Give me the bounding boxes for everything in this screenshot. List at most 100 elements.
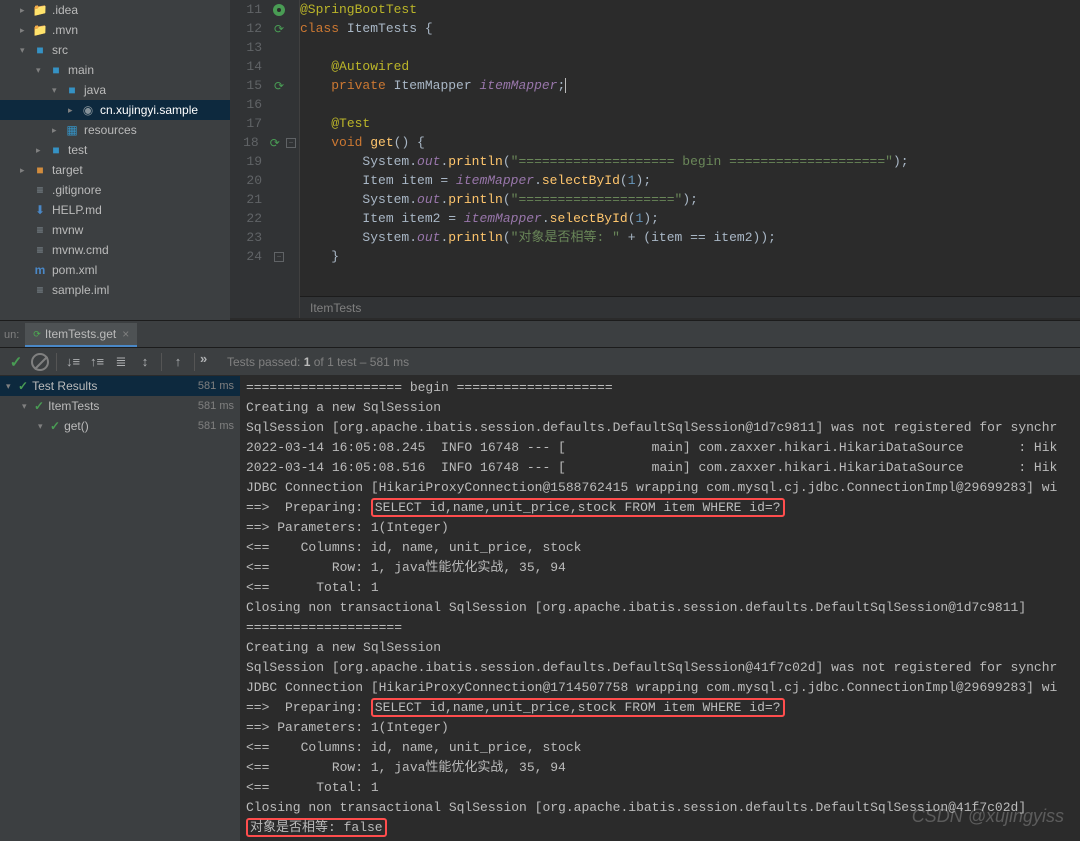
tree-item-target[interactable]: ▸■target [0, 160, 230, 180]
sort-down-button[interactable]: ↓≡ [62, 351, 84, 373]
check-icon: ✓ [18, 379, 28, 393]
folder-icon: ≡ [32, 243, 48, 257]
console-line: Closing non transactional SqlSession [or… [246, 598, 1074, 618]
console-line: 2022-03-14 16:05:08.516 INFO 16748 --- [… [246, 458, 1074, 478]
expand-button[interactable]: ≣ [110, 351, 132, 373]
chevron-icon[interactable]: ▸ [20, 165, 32, 176]
gutter-line[interactable]: 17 [230, 114, 299, 133]
console-output[interactable]: ==================== begin =============… [240, 376, 1080, 841]
tree-item-pom-xml[interactable]: mpom.xml [0, 260, 230, 280]
gutter-line[interactable]: 24− [230, 247, 299, 266]
console-line: ==> Preparing: SELECT id,name,unit_price… [246, 698, 1074, 718]
code-line[interactable]: Item item = itemMapper.selectById(1); [300, 171, 1080, 190]
tree-item-mvnw[interactable]: ≡mvnw [0, 220, 230, 240]
code-line[interactable]: @SpringBootTest [300, 0, 1080, 19]
tree-item-test[interactable]: ▸■test [0, 140, 230, 160]
chevron-icon[interactable]: ▸ [20, 5, 32, 16]
gutter-line[interactable]: 11 [230, 0, 299, 19]
tree-item-main[interactable]: ▾■main [0, 60, 230, 80]
chevron-icon[interactable]: ▸ [36, 145, 48, 156]
fold-icon[interactable]: − [283, 138, 299, 148]
test-results-tree: ▾✓Test Results581 ms▾✓ItemTests581 ms▾✓g… [0, 376, 240, 841]
close-icon[interactable]: × [122, 327, 129, 341]
chevron-down-icon[interactable]: ▾ [6, 381, 18, 392]
tree-item--idea[interactable]: ▸📁.idea [0, 0, 230, 20]
code-line[interactable]: private ItemMapper itemMapper; [300, 76, 1080, 95]
prev-fail-button[interactable]: ↑ [167, 351, 189, 373]
code-line[interactable]: } [300, 247, 1080, 266]
show-passed-button[interactable]: ✓ [5, 351, 27, 373]
code-line[interactable] [300, 95, 1080, 114]
test-result-item[interactable]: ▾✓ItemTests581 ms [0, 396, 240, 416]
console-line: <== Row: 1, java性能优化实战, 35, 94 [246, 758, 1074, 778]
code-editor[interactable]: 1112⟳131415⟳ 16 1718⟳−19 20 21 22 2324− @Sprin… [230, 0, 1080, 318]
run-panel-header: un: ⟳ ItemTests.get × [0, 320, 1080, 348]
folder-icon: ■ [48, 63, 64, 77]
tree-item-sample-iml[interactable]: ≡sample.iml [0, 280, 230, 300]
fold-icon[interactable]: − [270, 252, 288, 262]
console-line: ==> Parameters: 1(Integer) [246, 718, 1074, 738]
code-line[interactable]: System.out.println("====================… [300, 152, 1080, 171]
gutter-line[interactable]: 20 [230, 171, 299, 190]
run-tab[interactable]: ⟳ ItemTests.get × [25, 323, 137, 347]
code-line[interactable] [300, 38, 1080, 57]
chevron-down-icon[interactable]: ▾ [38, 421, 50, 432]
gutter-line[interactable]: 23 [230, 228, 299, 247]
chevron-icon[interactable]: ▾ [36, 65, 48, 76]
code-line[interactable]: Item item2 = itemMapper.selectById(1); [300, 209, 1080, 228]
collapse-button[interactable]: ↕ [134, 351, 156, 373]
tree-item-resources[interactable]: ▸▦resources [0, 120, 230, 140]
editor-gutter: 1112⟳131415⟳ 16 1718⟳−19 20 21 22 2324− [230, 0, 300, 318]
tree-item-help-md[interactable]: ⬇HELP.md [0, 200, 230, 220]
tree-item--gitignore[interactable]: ≡.gitignore [0, 180, 230, 200]
test-result-item[interactable]: ▾✓get()581 ms [0, 416, 240, 436]
tree-item-label: test [68, 143, 87, 157]
gutter-line[interactable]: 18⟳− [230, 133, 299, 152]
tree-item-java[interactable]: ▾■java [0, 80, 230, 100]
line-number: 20 [230, 173, 270, 188]
gutter-line[interactable]: 12⟳ [230, 19, 299, 38]
separator [56, 353, 57, 371]
gutter-line[interactable]: 15⟳ [230, 76, 299, 95]
tree-item-cn-xujingyi-sample[interactable]: ▸◉cn.xujingyi.sample [0, 100, 230, 120]
code-line[interactable]: System.out.println("====================… [300, 190, 1080, 209]
code-line[interactable]: class ItemTests { [300, 19, 1080, 38]
spring-bean-icon[interactable] [270, 4, 288, 16]
chevron-icon[interactable]: ▾ [20, 45, 32, 56]
tree-item-mvnw-cmd[interactable]: ≡ mvnw.cmd [0, 240, 230, 260]
test-result-item[interactable]: ▾✓Test Results581 ms [0, 376, 240, 396]
code-line[interactable]: System.out.println("对象是否相等: " + (item ==… [300, 228, 1080, 247]
gutter-line[interactable]: 16 [230, 95, 299, 114]
tree-item--mvn[interactable]: ▸📁.mvn [0, 20, 230, 40]
tree-item-src[interactable]: ▾■src [0, 40, 230, 60]
gutter-line[interactable]: 21 [230, 190, 299, 209]
chevron-icon[interactable]: ▸ [68, 105, 80, 116]
sort-up-button[interactable]: ↑≡ [86, 351, 108, 373]
gutter-line[interactable]: 14 [230, 57, 299, 76]
status-prefix: Tests passed: [227, 355, 304, 369]
line-number: 16 [230, 97, 270, 112]
tab-run-icon: ⟳ [33, 329, 41, 340]
code-line[interactable]: @Test [300, 114, 1080, 133]
chevron-icon[interactable]: ▾ [52, 85, 64, 96]
more-button[interactable]: » [200, 351, 222, 373]
tree-item-label: mvnw.cmd [52, 243, 109, 257]
gutter-line[interactable]: 19 [230, 152, 299, 171]
spring-context-icon[interactable]: ⟳ [270, 22, 288, 36]
breadcrumb[interactable]: ItemTests [300, 296, 1080, 318]
line-number: 22 [230, 211, 270, 226]
chevron-icon[interactable]: ▸ [20, 25, 32, 36]
spring-context-icon[interactable]: ⟳ [267, 136, 283, 150]
watermark: CSDN @xujingyiss [912, 806, 1064, 827]
show-ignored-button[interactable] [29, 351, 51, 373]
code-area[interactable]: @SpringBootTestclass ItemTests { @Autowi… [300, 0, 1080, 318]
gutter-line[interactable]: 13 [230, 38, 299, 57]
chevron-down-icon[interactable]: ▾ [22, 401, 34, 412]
gutter-line[interactable]: 22 [230, 209, 299, 228]
code-line[interactable]: @Autowired [300, 57, 1080, 76]
chevron-icon[interactable]: ▸ [52, 125, 64, 136]
folder-icon: ⬇ [32, 203, 48, 217]
code-line[interactable]: void get() { [300, 133, 1080, 152]
spring-context-icon[interactable]: ⟳ [270, 79, 288, 93]
run-toolbar: ✓ ↓≡ ↑≡ ≣ ↕ ↑ » Tests passed: 1 of 1 tes… [0, 348, 1080, 376]
